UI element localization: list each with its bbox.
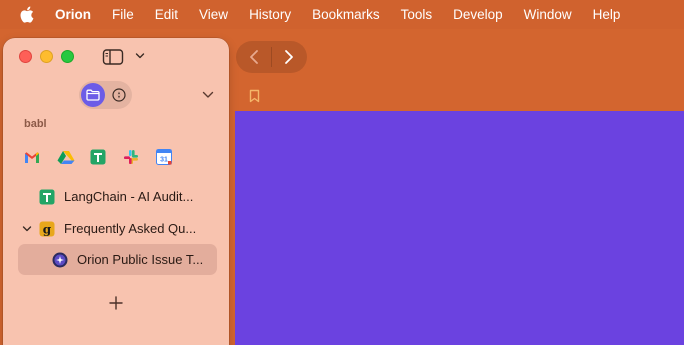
- menu-view[interactable]: View: [199, 7, 228, 22]
- apple-menu-icon[interactable]: [19, 6, 35, 24]
- chevron-down-icon[interactable]: [135, 52, 145, 60]
- tabs-mode-button[interactable]: [81, 83, 105, 107]
- sidebar: babl 31 LangChain - AI Audit... g Freque…: [3, 38, 229, 345]
- compass-icon: [112, 88, 126, 102]
- svg-text:31: 31: [160, 157, 168, 164]
- pinned-tab-slack[interactable]: [123, 147, 156, 167]
- space-dropdown-chevron-icon[interactable]: [202, 91, 214, 99]
- slack-icon: [124, 150, 138, 164]
- tab-title: Frequently Asked Qu...: [64, 221, 197, 236]
- tab-title: LangChain - AI Audit...: [64, 189, 194, 204]
- menu-edit[interactable]: Edit: [155, 7, 178, 22]
- tab-item-selected[interactable]: Orion Public Issue T...: [18, 244, 217, 275]
- orion-icon: [52, 252, 68, 268]
- window-controls: [19, 50, 74, 63]
- menu-bookmarks[interactable]: Bookmarks: [312, 7, 380, 22]
- pinned-tab-google-drive[interactable]: [57, 147, 90, 167]
- disclosure-chevron-icon[interactable]: [22, 225, 32, 233]
- menu-develop[interactable]: Develop: [453, 7, 503, 22]
- forward-arrow-icon[interactable]: [283, 49, 295, 65]
- explore-mode-button[interactable]: [108, 83, 130, 107]
- menu-window[interactable]: Window: [524, 7, 572, 22]
- pinned-tab-gmail[interactable]: [24, 147, 57, 167]
- new-tab-plus-icon[interactable]: [109, 296, 123, 310]
- gumroad-icon: g: [39, 221, 55, 237]
- menu-history[interactable]: History: [249, 7, 291, 22]
- google-drive-icon: [57, 150, 75, 164]
- google-calendar-icon: 31: [156, 149, 172, 165]
- pinned-tab-google-sheets[interactable]: [90, 147, 123, 167]
- menu-bar: Orion File Edit View History Bookmarks T…: [0, 0, 684, 29]
- menu-tools[interactable]: Tools: [401, 7, 433, 22]
- web-content-area[interactable]: [235, 111, 684, 345]
- tab-item[interactable]: LangChain - AI Audit...: [18, 181, 217, 212]
- tab-title: Orion Public Issue T...: [77, 252, 204, 267]
- menu-help[interactable]: Help: [593, 7, 621, 22]
- sidebar-mode-switch: [79, 81, 132, 109]
- menu-file[interactable]: File: [112, 7, 134, 22]
- navigation-buttons: [236, 41, 307, 73]
- sidebar-toggle-icon[interactable]: [102, 48, 124, 66]
- nav-divider: [271, 47, 272, 67]
- google-sheets-icon: [90, 149, 106, 165]
- svg-text:g: g: [43, 222, 52, 236]
- google-sheets-icon: [39, 189, 55, 205]
- pinned-tab-google-calendar[interactable]: 31: [156, 147, 189, 167]
- gmail-icon: [25, 151, 39, 163]
- close-window-button[interactable]: [19, 50, 32, 63]
- minimize-window-button[interactable]: [40, 50, 53, 63]
- zoom-window-button[interactable]: [61, 50, 74, 63]
- folder-icon: [86, 89, 100, 101]
- bookmark-icon[interactable]: [249, 89, 260, 103]
- space-name: babl: [24, 118, 47, 130]
- pinned-tabs: 31: [24, 147, 189, 167]
- back-arrow-icon[interactable]: [248, 49, 260, 65]
- tab-group-item[interactable]: g Frequently Asked Qu...: [18, 213, 217, 244]
- menu-app-name[interactable]: Orion: [55, 7, 91, 22]
